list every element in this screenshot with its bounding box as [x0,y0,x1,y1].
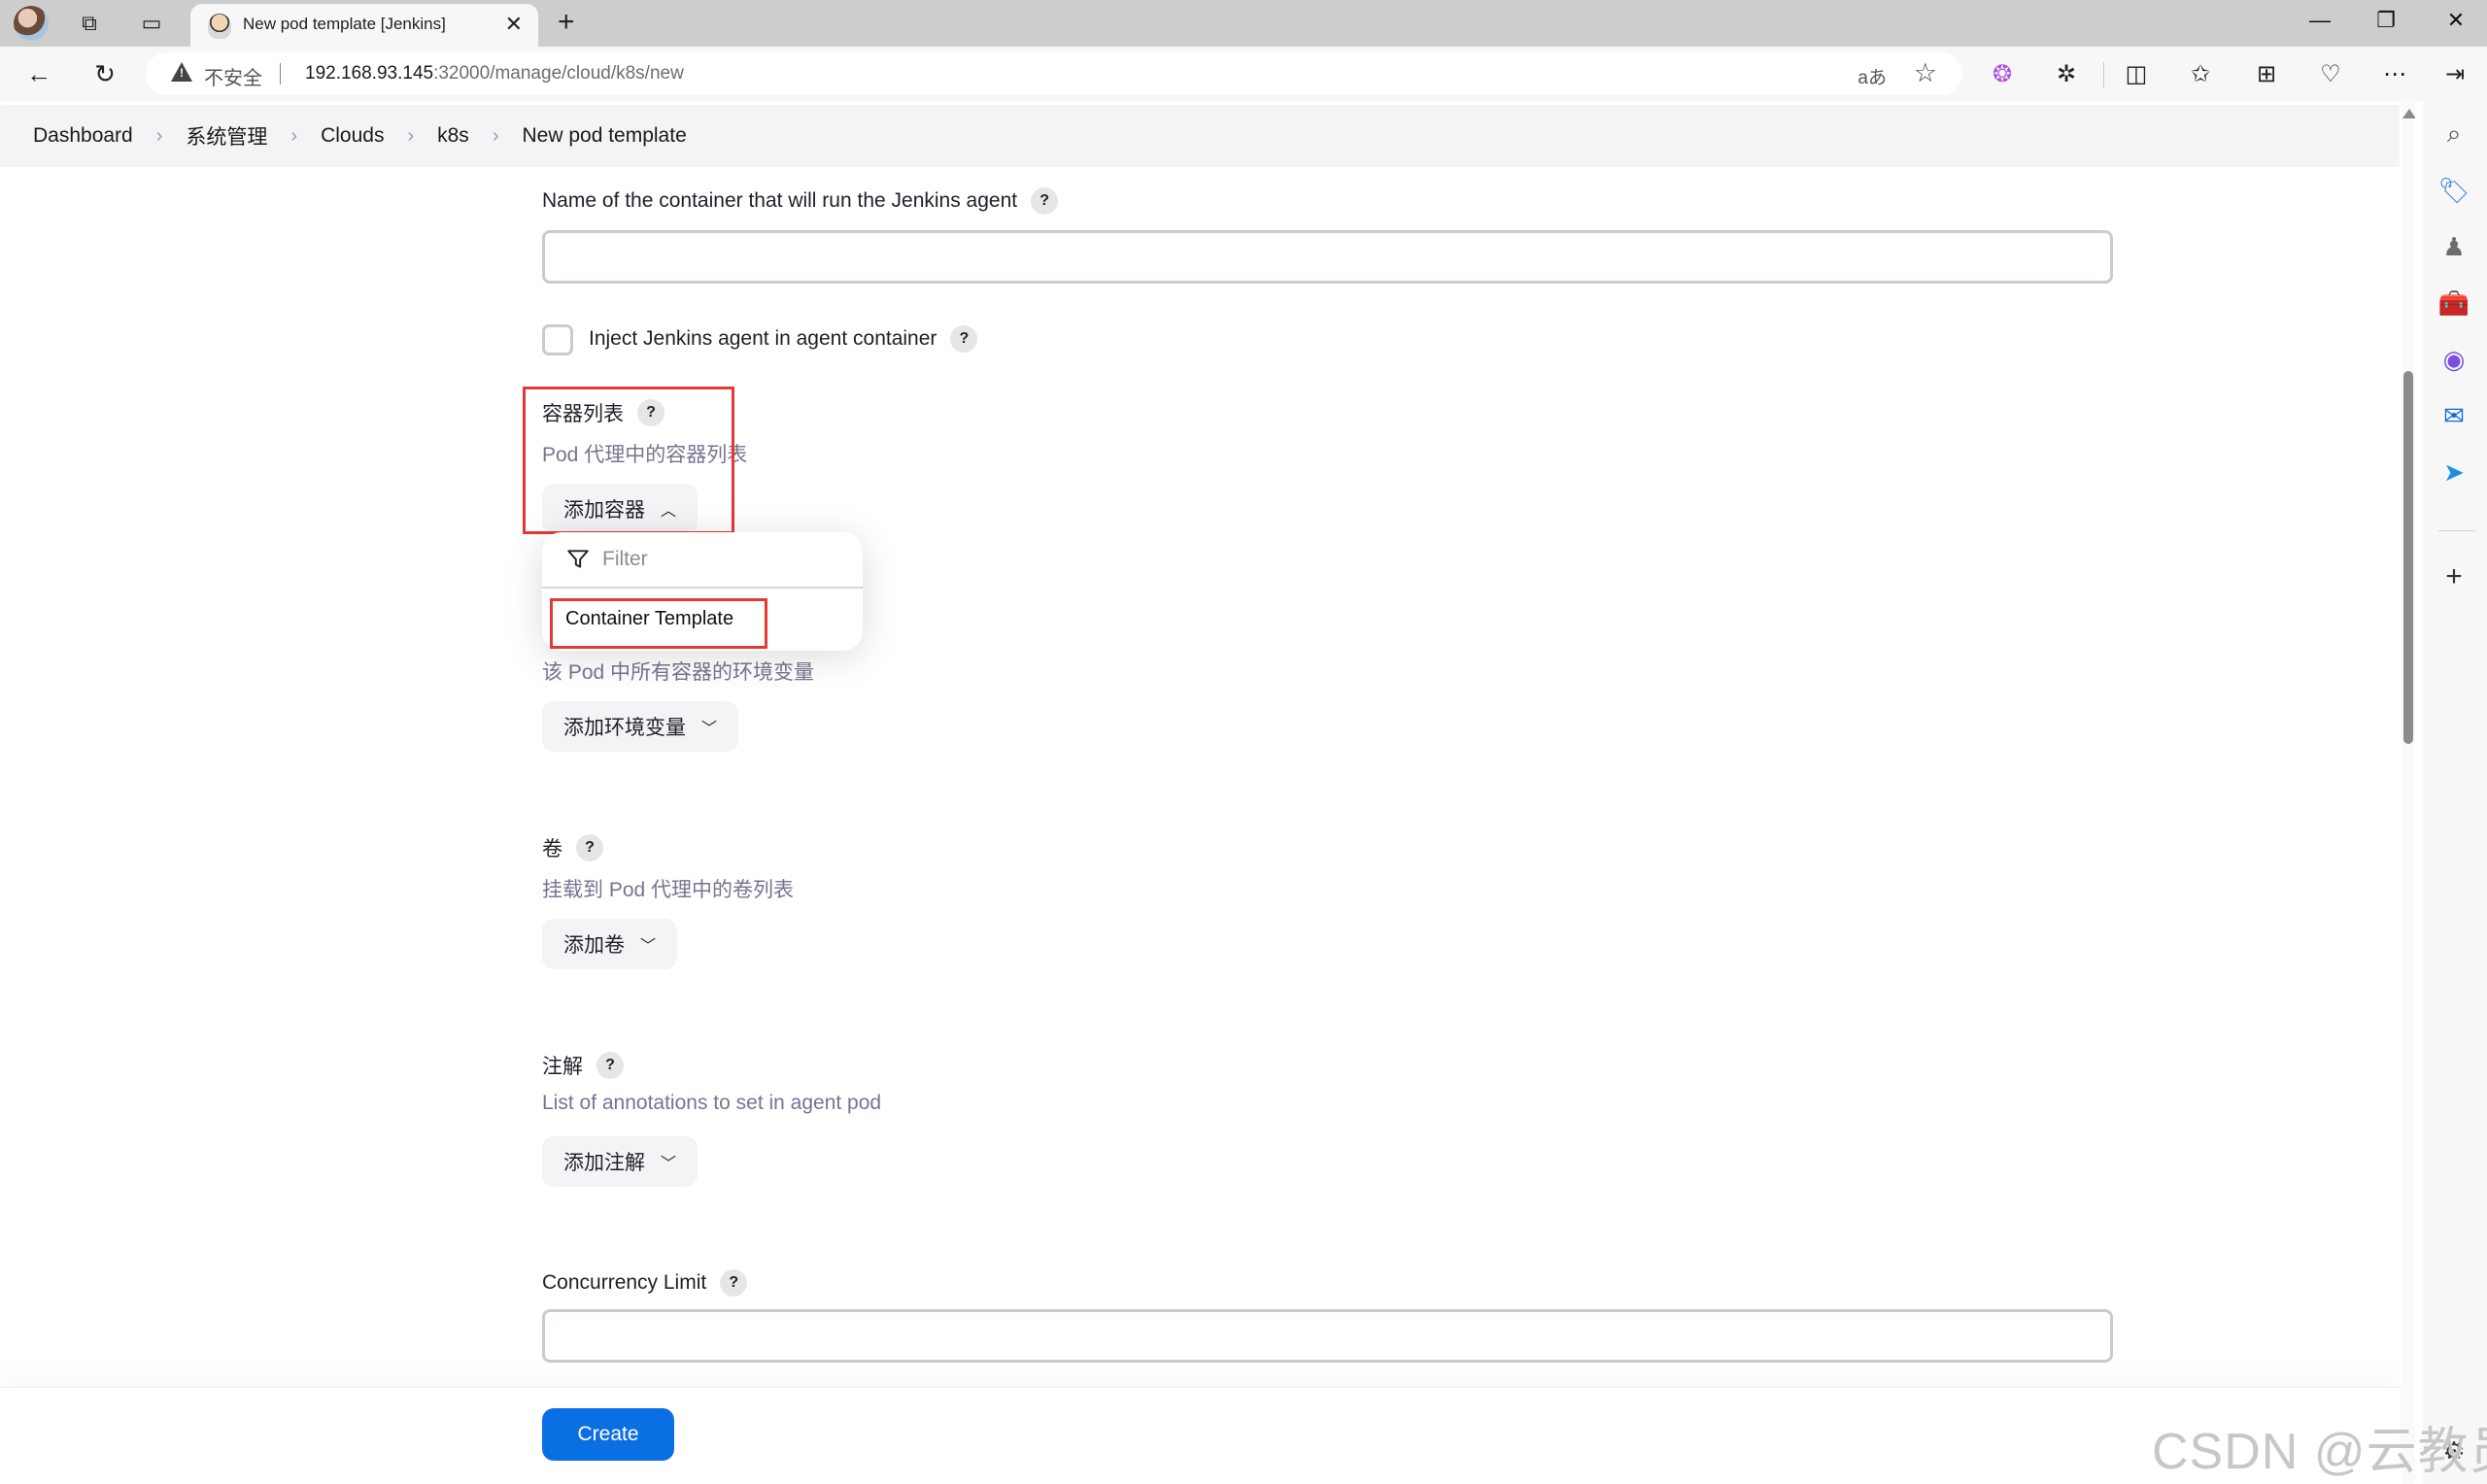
browser-tab-active[interactable]: New pod template [Jenkins] ✕ [190,4,538,47]
help-icon[interactable]: ? [637,399,664,426]
chevron-right-icon: › [290,124,298,147]
read-aloud-icon[interactable]: aあ [1857,63,1887,89]
dropdown-item-container-template[interactable]: Container Template [542,590,863,647]
breadcrumb-current[interactable]: New pod template [522,124,686,148]
telegram-icon[interactable]: ➤ [2435,453,2473,491]
new-tab-button[interactable]: + [558,6,575,39]
browser-essentials-icon[interactable]: ♡ [2314,58,2347,89]
help-icon[interactable]: ? [596,1052,624,1079]
add-env-var-button[interactable]: 添加环境变量 ﹀ [542,701,739,752]
profile-avatar[interactable] [14,6,49,41]
chevron-right-icon: › [155,124,163,147]
page-viewport: Dashboard › 系统管理 › Clouds › k8s › New po… [0,101,2415,1484]
container-name-label: Name of the container that will run the … [542,187,1059,215]
minimize-icon[interactable]: — [2300,8,2339,33]
chevron-right-icon: › [407,124,415,147]
watermark: CSDN @云教员 [2152,1424,2487,1480]
sidebar-divider [2438,530,2475,531]
inject-agent-checkbox[interactable] [542,324,573,355]
help-icon[interactable]: ? [720,1269,748,1297]
favorite-star-icon[interactable]: ☆ [1914,58,1937,88]
url-path: :32000/manage/cloud/k8s/new [433,63,684,84]
concurrency-limit-label: Concurrency Limit ? [542,1269,748,1297]
inject-agent-label: Inject Jenkins agent in agent container … [589,325,978,353]
copilot-icon[interactable]: ❂ [1986,58,2019,89]
security-label[interactable]: 不安全 [204,62,262,90]
form-footer [0,1387,2400,1484]
divider [280,63,281,84]
breadcrumb: Dashboard › 系统管理 › Clouds › k8s › New po… [0,105,2400,167]
breadcrumb-dashboard[interactable]: Dashboard [33,124,133,148]
toolbar-divider [2103,62,2104,87]
jenkins-favicon-icon [208,14,231,39]
env-vars-description: 该 Pod 中所有容器的环境变量 [542,661,815,684]
chevron-down-icon: ﹀ [701,721,718,737]
containers-label: 容器列表 ? [542,398,664,427]
container-name-input[interactable] [542,230,2113,284]
annotations-label: 注解 ? [542,1051,624,1080]
breadcrumb-clouds[interactable]: Clouds [321,124,384,148]
outlook-icon[interactable]: ✉ [2435,396,2473,435]
more-icon[interactable]: ⋯ [2378,58,2411,89]
chevron-down-icon: ﹀ [661,1156,677,1172]
add-annotation-button[interactable]: 添加注解 ﹀ [542,1136,698,1187]
games-icon[interactable]: ♟ [2435,227,2473,266]
volumes-description: 挂载到 Pod 代理中的卷列表 [542,879,795,901]
containers-description: Pod 代理中的容器列表 [542,444,748,466]
breadcrumb-manage[interactable]: 系统管理 [186,121,267,151]
chevron-down-icon: ﹀ [640,938,657,955]
url-text[interactable]: 192.168.93.145:32000/manage/cloud/k8s/ne… [305,63,684,84]
close-tab-icon[interactable]: ✕ [505,12,523,37]
dropdown-filter [542,532,863,589]
favorites-icon[interactable]: ✩ [2184,58,2217,89]
filter-input[interactable] [602,548,835,571]
create-button[interactable]: Create [542,1408,674,1461]
office-icon[interactable]: ◉ [2435,340,2473,379]
add-container-dropdown: Container Template [542,532,863,651]
refresh-icon[interactable]: ↻ [89,58,120,89]
help-icon[interactable]: ? [1031,187,1059,215]
close-window-icon[interactable]: ✕ [2436,8,2475,33]
split-screen-icon[interactable]: ◫ [2120,58,2153,89]
page-scrollbar[interactable] [2402,101,2415,1484]
sidebar-toggle-icon[interactable]: ⇥ [2438,58,2471,89]
tab-title: New pod template [Jenkins] [243,15,446,33]
help-icon[interactable]: ? [950,325,978,353]
concurrency-limit-input[interactable] [542,1309,2113,1363]
filter-icon [567,550,589,568]
restore-icon[interactable]: ❐ [2367,8,2405,33]
breadcrumb-k8s[interactable]: k8s [437,124,469,148]
search-icon[interactable]: ⌕ [2435,115,2473,153]
add-container-button[interactable]: 添加容器 ︿ [542,484,698,534]
workspaces-icon[interactable]: ⧉ [76,10,103,37]
volumes-label: 卷 ? [542,833,603,862]
chevron-right-icon: › [492,124,499,147]
tools-icon[interactable]: 🧰 [2435,284,2473,322]
add-icon[interactable]: + [2435,557,2473,596]
browser-tab-strip: ⧉ ▭ New pod template [Jenkins] ✕ + — ❐ ✕ [0,0,2487,47]
browser-sidebar: ⌕ 🏷 ♟ 🧰 ◉ ✉ ➤ + ⚙ [2423,101,2487,1484]
chevron-up-icon: ︿ [661,503,677,520]
annotations-description: List of annotations to set in agent pod [542,1092,882,1114]
browser-toolbar: ← ↻ ! 不安全 192.168.93.145:32000/manage/cl… [0,47,2487,101]
address-bar[interactable]: ! 不安全 192.168.93.145:32000/manage/cloud/… [146,52,1962,95]
extensions-icon[interactable]: ✲ [2050,58,2083,89]
tab-actions-icon[interactable]: ▭ [138,10,165,37]
url-host: 192.168.93.145 [305,63,434,84]
help-icon[interactable]: ? [576,834,603,861]
scroll-up-arrow-icon[interactable] [2402,109,2415,118]
scrollbar-thumb[interactable] [2403,371,2413,744]
collections-icon[interactable]: ⊞ [2250,58,2283,89]
add-volume-button[interactable]: 添加卷 ﹀ [542,919,678,969]
back-icon[interactable]: ← [23,58,54,89]
shopping-tag-icon[interactable]: 🏷 [2435,171,2473,210]
